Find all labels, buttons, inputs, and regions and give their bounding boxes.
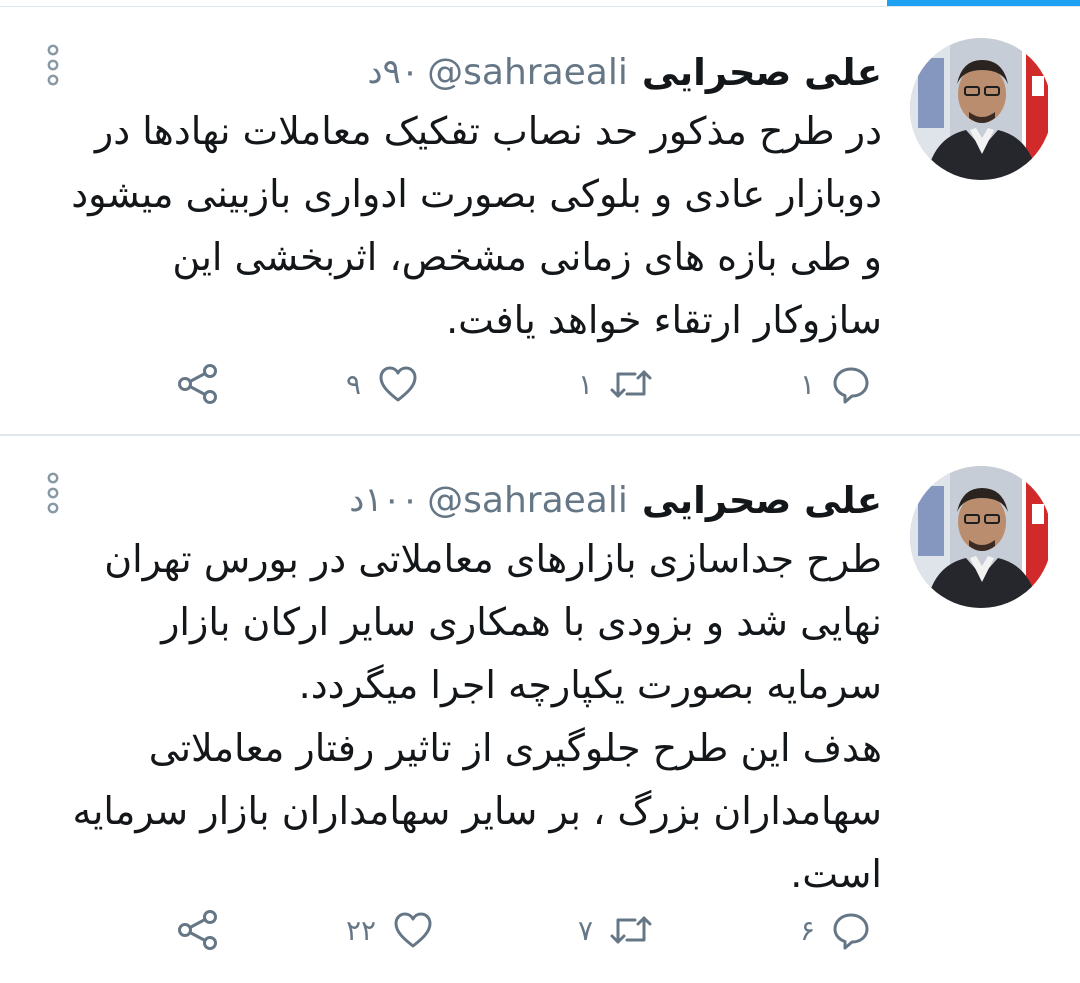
profile-photo [910,466,1052,608]
share-button[interactable] [176,356,220,412]
author-handle[interactable]: @sahraeali [427,52,628,93]
author-name[interactable]: علی صحرایی [642,479,882,522]
more-options-icon[interactable] [44,44,62,86]
reply-count: ۶ [800,913,816,947]
like-count: ۲۲ [346,913,377,947]
retweet-button[interactable]: ۱ [578,356,653,412]
more-options-icon[interactable] [44,472,62,514]
heart-icon [377,364,419,404]
tweet-text: در طرح مذکور حد نصاب تفکیک معاملات نهاده… [71,109,882,342]
retweet-icon [609,910,653,950]
share-button[interactable] [176,902,220,958]
tweet-actions: ۱ ۱ ۹ [0,356,1080,412]
retweet-count: ۷ [578,913,594,947]
retweet-icon [609,364,653,404]
reply-button[interactable]: ۱ [800,356,871,412]
reply-button[interactable]: ۶ [800,902,871,958]
retweet-count: ۱ [578,367,594,401]
tab-bar-divider [0,6,1080,7]
tweet-actions: ۶ ۷ ۲۲ [0,902,1080,958]
top-tab-bar [0,0,1080,8]
like-button[interactable]: ۹ [346,356,419,412]
tweet-header: علی صحرایی @sahraeali ۱۰۰د [349,470,882,530]
heart-icon [392,910,434,950]
tweet-timestamp[interactable]: ۱۰۰د [349,480,419,520]
reply-icon [831,364,871,404]
profile-photo [910,38,1052,180]
tweet-card[interactable]: علی صحرایی @sahraeali ۱۰۰د طرح جداسازی ب… [0,436,1080,983]
tweet-card[interactable]: علی صحرایی @sahraeali ۹۰د در طرح مذکور ح… [0,8,1080,434]
author-name[interactable]: علی صحرایی [642,51,882,94]
avatar[interactable] [910,38,1052,180]
reply-count: ۱ [800,367,816,401]
retweet-button[interactable]: ۷ [578,902,653,958]
reply-icon [831,910,871,950]
share-icon [176,364,220,404]
author-handle[interactable]: @sahraeali [427,480,628,521]
like-button[interactable]: ۲۲ [346,902,434,958]
share-icon [176,910,220,950]
tweet-text: طرح جداسازی بازارهای معاملاتی در بورس ته… [72,537,882,896]
avatar[interactable] [910,466,1052,608]
like-count: ۹ [346,367,362,401]
active-tab-indicator [887,0,1080,6]
tweet-header: علی صحرایی @sahraeali ۹۰د [367,42,882,102]
tweet-timestamp[interactable]: ۹۰د [367,52,419,92]
